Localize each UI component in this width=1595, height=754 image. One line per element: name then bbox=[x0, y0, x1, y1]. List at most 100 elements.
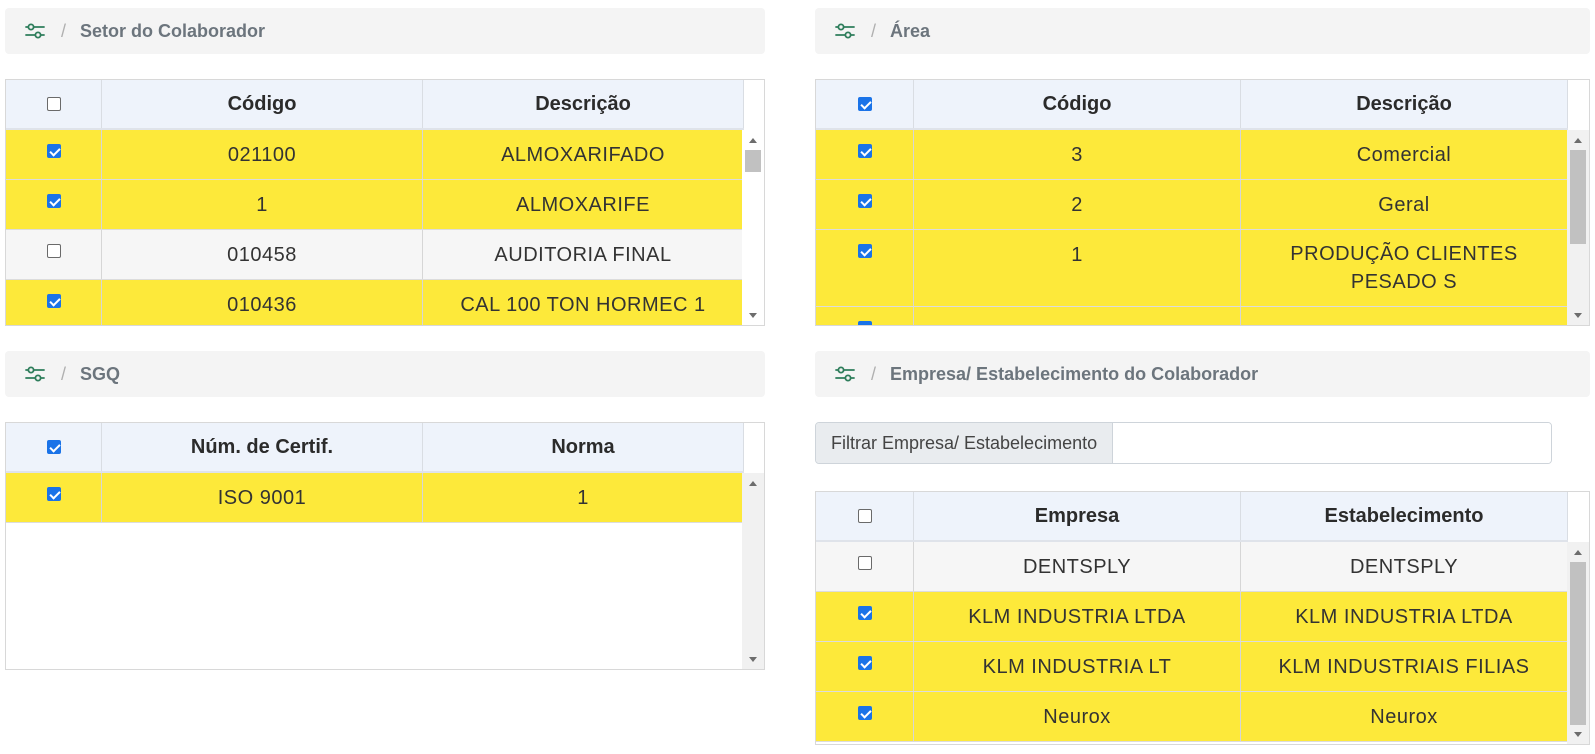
cell-estabelecimento: KLM INDUSTRIAIS FILIAS bbox=[1241, 642, 1568, 691]
column-header-estabelecimento[interactable]: Estabelecimento bbox=[1241, 492, 1568, 540]
row-checkbox[interactable] bbox=[857, 194, 872, 208]
row-checkbox[interactable] bbox=[46, 194, 61, 208]
scroll-up-arrow[interactable] bbox=[749, 138, 757, 143]
sgq-table: Núm. de Certif. Norma ISO 9001 1 bbox=[5, 422, 765, 670]
scroll-down-arrow[interactable] bbox=[1574, 732, 1582, 737]
breadcrumb-separator: / bbox=[871, 20, 877, 41]
select-all-cell bbox=[6, 80, 102, 128]
cell-codigo: 010458 bbox=[102, 230, 423, 279]
column-header-certif[interactable]: Núm. de Certif. bbox=[102, 423, 423, 471]
vertical-scrollbar[interactable] bbox=[742, 130, 764, 325]
table-row-partial bbox=[816, 307, 1568, 325]
cell-codigo: 021100 bbox=[102, 130, 423, 179]
table-row[interactable]: 010436 CAL 100 TON HORMEC 1 bbox=[6, 280, 744, 325]
table-row[interactable]: 3 Comercial bbox=[816, 130, 1568, 180]
column-header-codigo[interactable]: Código bbox=[102, 80, 423, 128]
select-all-cell bbox=[6, 423, 102, 471]
sliders-icon[interactable] bbox=[25, 22, 45, 40]
table-row[interactable]: 010458 AUDITORIA FINAL bbox=[6, 230, 744, 280]
scroll-down-arrow[interactable] bbox=[749, 657, 757, 662]
setor-table: Código Descrição 021100 ALMOXARIFADO 1 A… bbox=[5, 79, 765, 326]
empresa-table: Empresa Estabelecimento DENTSPLY DENTSPL… bbox=[815, 491, 1590, 745]
vertical-scrollbar[interactable] bbox=[742, 473, 764, 669]
cell-norma: 1 bbox=[423, 473, 744, 522]
breadcrumb-separator: / bbox=[871, 363, 877, 384]
select-all-cell bbox=[816, 492, 914, 540]
scroll-up-arrow[interactable] bbox=[749, 481, 757, 486]
scroll-down-arrow[interactable] bbox=[1574, 313, 1582, 318]
column-header-codigo[interactable]: Código bbox=[914, 80, 1241, 128]
sliders-icon[interactable] bbox=[25, 365, 45, 383]
row-checkbox[interactable] bbox=[46, 244, 61, 258]
cell-codigo: 010436 bbox=[102, 280, 423, 325]
area-title: Área bbox=[890, 20, 931, 41]
table-row[interactable]: 2 Geral bbox=[816, 180, 1568, 230]
row-checkbox[interactable] bbox=[857, 556, 872, 570]
cell-descricao: AUDITORIA FINAL bbox=[423, 230, 744, 279]
table-body: DENTSPLY DENTSPLY KLM INDUSTRIA LTDA KLM… bbox=[816, 542, 1568, 742]
scroll-up-arrow[interactable] bbox=[1574, 138, 1582, 143]
row-checkbox[interactable] bbox=[46, 487, 61, 501]
table-header: Código Descrição bbox=[6, 80, 744, 130]
select-all-checkbox[interactable] bbox=[857, 97, 872, 111]
cell-codigo: 3 bbox=[914, 130, 1241, 179]
row-checkbox[interactable] bbox=[46, 144, 61, 158]
empresa-filter: Filtrar Empresa/ Estabelecimento bbox=[815, 422, 1552, 464]
breadcrumb-separator: / bbox=[61, 363, 67, 384]
table-row[interactable]: KLM INDUSTRIA LTDA KLM INDUSTRIA LTDA bbox=[816, 592, 1568, 642]
setor-breadcrumb: / Setor do Colaborador bbox=[5, 8, 765, 54]
table-row[interactable]: 021100 ALMOXARIFADO bbox=[6, 130, 744, 180]
sgq-title: SGQ bbox=[80, 363, 121, 384]
vertical-scrollbar[interactable] bbox=[1567, 542, 1589, 744]
scroll-thumb[interactable] bbox=[1570, 562, 1586, 725]
table-body: 021100 ALMOXARIFADO 1 ALMOXARIFE 010458 … bbox=[6, 130, 744, 325]
row-checkbox[interactable] bbox=[857, 144, 872, 158]
table-row[interactable]: KLM INDUSTRIA LT KLM INDUSTRIAIS FILIAS bbox=[816, 642, 1568, 692]
breadcrumb-separator: / bbox=[61, 20, 67, 41]
empresa-title: Empresa/ Estabelecimento do Colaborador bbox=[890, 363, 1259, 384]
cell-descricao: ALMOXARIFE bbox=[423, 180, 744, 229]
column-header-empresa[interactable]: Empresa bbox=[914, 492, 1241, 540]
cell-codigo: 1 bbox=[914, 230, 1241, 306]
table-header: Empresa Estabelecimento bbox=[816, 492, 1568, 542]
filter-label: Filtrar Empresa/ Estabelecimento bbox=[816, 423, 1114, 463]
sliders-icon[interactable] bbox=[835, 365, 855, 383]
vertical-scrollbar[interactable] bbox=[1567, 130, 1589, 325]
column-header-descricao[interactable]: Descrição bbox=[1241, 80, 1568, 128]
row-checkbox[interactable] bbox=[857, 706, 872, 720]
row-checkbox[interactable] bbox=[46, 294, 61, 308]
cell-descricao: Comercial bbox=[1241, 130, 1568, 179]
sgq-breadcrumb: / SGQ bbox=[5, 351, 765, 397]
select-all-checkbox[interactable] bbox=[857, 509, 872, 523]
table-row[interactable]: Neurox Neurox bbox=[816, 692, 1568, 742]
cell-descricao: Geral bbox=[1241, 180, 1568, 229]
scroll-thumb[interactable] bbox=[1570, 150, 1586, 244]
table-header: Código Descrição bbox=[816, 80, 1568, 130]
scroll-down-arrow[interactable] bbox=[749, 313, 757, 318]
table-row[interactable]: 1 ALMOXARIFE bbox=[6, 180, 744, 230]
filter-input[interactable] bbox=[1113, 423, 1551, 463]
row-checkbox[interactable] bbox=[857, 606, 872, 620]
cell-codigo: 2 bbox=[914, 180, 1241, 229]
area-breadcrumb: / Área bbox=[815, 8, 1590, 54]
select-all-checkbox[interactable] bbox=[46, 440, 61, 454]
column-header-norma[interactable]: Norma bbox=[423, 423, 744, 471]
row-checkbox[interactable] bbox=[857, 244, 872, 258]
cell-descricao: ALMOXARIFADO bbox=[423, 130, 744, 179]
sliders-icon[interactable] bbox=[835, 22, 855, 40]
select-all-cell bbox=[816, 80, 914, 128]
cell-empresa: KLM INDUSTRIA LT bbox=[914, 642, 1241, 691]
scroll-up-arrow[interactable] bbox=[1574, 550, 1582, 555]
row-checkbox[interactable] bbox=[857, 656, 872, 670]
table-row[interactable]: 1 PRODUÇÃO CLIENTES PESADO S bbox=[816, 230, 1568, 307]
table-row[interactable]: ISO 9001 1 bbox=[6, 473, 744, 523]
row-checkbox[interactable] bbox=[857, 321, 872, 325]
scroll-thumb[interactable] bbox=[745, 150, 761, 172]
cell-codigo: 1 bbox=[102, 180, 423, 229]
select-all-checkbox[interactable] bbox=[46, 97, 61, 111]
table-row[interactable]: DENTSPLY DENTSPLY bbox=[816, 542, 1568, 592]
cell-empresa: Neurox bbox=[914, 692, 1241, 741]
table-body: ISO 9001 1 bbox=[6, 473, 744, 523]
cell-estabelecimento: KLM INDUSTRIA LTDA bbox=[1241, 592, 1568, 641]
column-header-descricao[interactable]: Descrição bbox=[423, 80, 744, 128]
